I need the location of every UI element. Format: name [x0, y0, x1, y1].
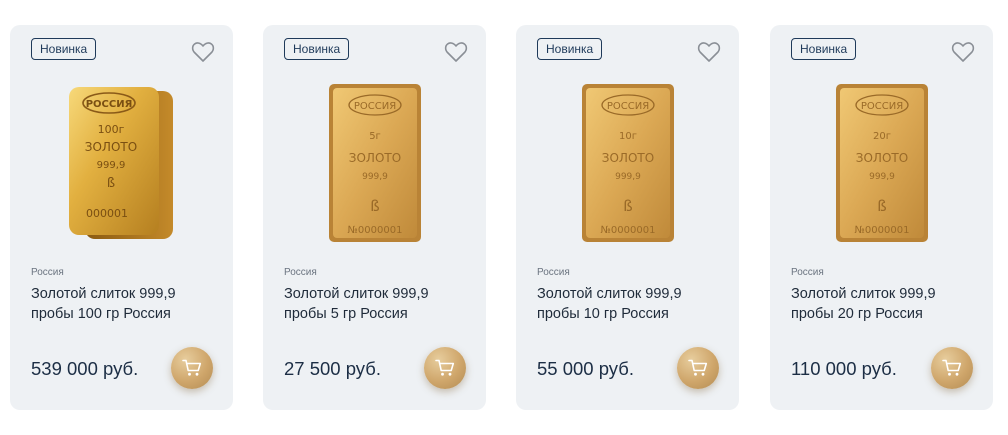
bar-mint-mark: ß — [877, 197, 886, 215]
product-country: Россия — [284, 267, 317, 278]
bar-mint-mark: ß — [370, 197, 379, 215]
bar-brand: РОССИЯ — [353, 101, 395, 112]
bar-weight: 10г — [619, 131, 637, 142]
bar-mint-mark: ß — [106, 176, 114, 191]
heart-icon — [951, 42, 975, 62]
cart-icon — [182, 359, 202, 376]
product-grid: Новинка РОССИЯ 100г ЗОЛОТО 999,9 ß 00000… — [0, 0, 1008, 435]
add-to-cart-button[interactable] — [677, 347, 719, 389]
favorite-button[interactable] — [696, 40, 722, 64]
bar-weight: 5г — [369, 131, 381, 142]
add-to-cart-button[interactable] — [931, 347, 973, 389]
favorite-button[interactable] — [190, 40, 216, 64]
product-country: Россия — [791, 267, 824, 278]
bar-fineness: 999,9 — [96, 160, 125, 171]
new-badge: Новинка — [791, 38, 857, 60]
bar-metal: ЗОЛОТО — [84, 140, 136, 154]
product-card[interactable]: Новинка РОССИЯ 10г ЗОЛОТО 999,9 ß №00000… — [516, 25, 739, 410]
bar-serial: №0000001 — [854, 225, 909, 236]
cart-icon — [435, 359, 455, 376]
product-price: 27 500 руб. — [284, 358, 381, 379]
product-title[interactable]: Золотой слиток 999,9 пробы 20 гр Россия — [791, 284, 971, 324]
add-to-cart-button[interactable] — [171, 347, 213, 389]
product-card[interactable]: Новинка РОССИЯ 100г ЗОЛОТО 999,9 ß 00000… — [10, 25, 233, 410]
product-country: Россия — [31, 267, 64, 278]
gold-bar-image: РОССИЯ 10г ЗОЛОТО 999,9 ß №0000001 — [581, 84, 674, 242]
heart-icon — [444, 42, 468, 62]
favorite-button[interactable] — [950, 40, 976, 64]
new-badge: Новинка — [284, 38, 350, 60]
bar-fineness: 999,9 — [869, 172, 895, 182]
product-country: Россия — [537, 267, 570, 278]
product-card[interactable]: Новинка РОССИЯ 20г ЗОЛОТО 999,9 ß №00000… — [770, 25, 993, 410]
product-card[interactable]: Новинка РОССИЯ 5г ЗОЛОТО 999,9 ß №000000… — [263, 25, 486, 410]
favorite-button[interactable] — [443, 40, 469, 64]
bar-serial: №0000001 — [347, 225, 402, 236]
heart-icon — [191, 42, 215, 62]
bar-serial: 000001 — [86, 207, 128, 220]
bar-metal: ЗОЛОТО — [855, 151, 907, 165]
bar-fineness: 999,9 — [362, 172, 388, 182]
heart-icon — [697, 42, 721, 62]
gold-bar-image: РОССИЯ 20г ЗОЛОТО 999,9 ß №0000001 — [835, 84, 928, 242]
add-to-cart-button[interactable] — [424, 347, 466, 389]
product-image[interactable]: РОССИЯ 10г ЗОЛОТО 999,9 ß №0000001 — [516, 77, 739, 249]
gold-bar-image: РОССИЯ 5г ЗОЛОТО 999,9 ß №0000001 — [328, 84, 421, 242]
product-image[interactable]: РОССИЯ 5г ЗОЛОТО 999,9 ß №0000001 — [263, 77, 486, 249]
bar-brand: РОССИЯ — [860, 101, 902, 112]
bar-weight: 100г — [97, 123, 124, 136]
bar-weight: 20г — [873, 131, 891, 142]
gold-bar-image: РОССИЯ 100г ЗОЛОТО 999,9 ß 000001 — [68, 87, 173, 239]
bar-metal: ЗОЛОТО — [601, 151, 653, 165]
product-title[interactable]: Золотой слиток 999,9 пробы 10 гр Россия — [537, 284, 717, 324]
product-image[interactable]: РОССИЯ 100г ЗОЛОТО 999,9 ß 000001 — [10, 77, 233, 249]
product-price: 539 000 руб. — [31, 358, 139, 379]
product-price: 55 000 руб. — [537, 358, 634, 379]
cart-icon — [688, 359, 708, 376]
product-price: 110 000 руб. — [791, 358, 897, 379]
bar-fineness: 999,9 — [615, 172, 641, 182]
new-badge: Новинка — [537, 38, 603, 60]
bar-mint-mark: ß — [623, 197, 632, 215]
bar-brand: РОССИЯ — [606, 101, 648, 112]
product-title[interactable]: Золотой слиток 999,9 пробы 100 гр Россия — [31, 284, 211, 324]
product-image[interactable]: РОССИЯ 20г ЗОЛОТО 999,9 ß №0000001 — [770, 77, 993, 249]
new-badge: Новинка — [31, 38, 97, 60]
bar-serial: №0000001 — [600, 225, 655, 236]
product-title[interactable]: Золотой слиток 999,9 пробы 5 гр Россия — [284, 284, 464, 324]
cart-icon — [942, 359, 962, 376]
bar-brand: РОССИЯ — [85, 99, 132, 110]
bar-metal: ЗОЛОТО — [348, 151, 400, 165]
